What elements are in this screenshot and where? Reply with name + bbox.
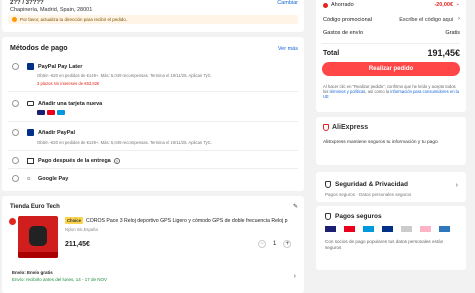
paypal-icon	[27, 129, 34, 136]
klarna-icon	[420, 226, 431, 232]
payment-option-google-pay[interactable]: G Google Pay	[12, 175, 68, 182]
option-installments: 3 plazos sin intereses de €63,82€	[37, 81, 100, 86]
secure-pay-text: Con socios de pago populares tus datos p…	[325, 239, 444, 250]
legal-text-part: , así como la	[365, 89, 391, 95]
payment-title: Métodos de pago	[10, 45, 68, 52]
help-icon[interactable]: ?	[113, 157, 120, 164]
increase-qty-button[interactable]: +	[283, 240, 292, 248]
promo-code-input[interactable]: Escribe el código aqui	[399, 17, 453, 23]
choice-badge: Choice	[65, 217, 83, 224]
chevron-right-icon[interactable]: ›	[456, 182, 458, 189]
chevron-down-icon[interactable]: ⌄	[456, 1, 460, 7]
warning-text: Por favor, actualiza tu dirección para r…	[20, 17, 128, 22]
option-note: Obtén -€20 en pedidos de €149+. Más: 5,0…	[37, 73, 212, 78]
mastercard-icon	[344, 226, 355, 232]
payment-methods-card: Métodos de pago Ver más PayPal Pay Later…	[2, 37, 304, 191]
secure-pay-title: Pagos seguros	[335, 213, 382, 220]
product-variant[interactable]: Nylon Ink,España	[65, 227, 98, 232]
product-checkbox[interactable]	[9, 218, 16, 225]
google-pay-icon	[401, 226, 412, 232]
payment-option-new-card[interactable]: Añadir una tarjeta nueva	[12, 100, 102, 107]
savings-dot-icon	[323, 2, 328, 8]
radio-button[interactable]	[12, 63, 19, 70]
security-sub: Pagos seguros · Datos personales seguros	[325, 192, 412, 197]
quantity-value[interactable]: 1	[273, 241, 276, 247]
watch-icon	[29, 226, 47, 246]
shipping-title: Envío: Envío gratis	[12, 270, 53, 275]
radio-button[interactable]	[12, 129, 19, 136]
option-label: Añadir PayPal	[38, 129, 75, 136]
change-address-link[interactable]: Cambiar	[277, 0, 298, 6]
total-label: Total	[323, 50, 340, 57]
legal-text: Al hacer clic en "Realizar pedido", conf…	[323, 84, 459, 100]
trust-text: AliExpress mantiene seguros tu informaci…	[323, 140, 438, 145]
visa-icon	[325, 226, 336, 232]
paypal-icon	[382, 226, 393, 232]
security-card[interactable]: Seguridad & Privacidad Pagos seguros · D…	[316, 172, 466, 202]
place-order-button[interactable]: Realizar pedido	[322, 62, 460, 76]
address-card: 2?? / 3???? Chapinería, Madrid, Spain, 2…	[2, 0, 304, 32]
paypal-icon	[27, 63, 34, 70]
edit-icon[interactable]: ✎	[293, 203, 298, 210]
card-icon	[27, 101, 34, 106]
product-image[interactable]	[18, 216, 58, 258]
chevron-right-icon[interactable]: ›	[294, 273, 296, 280]
option-label: Google Pay	[38, 175, 69, 182]
order-summary-card: Ahorrado -20,00€ ⌄ Código promocional Es…	[316, 0, 466, 112]
see-more-link[interactable]: Ver más	[278, 46, 298, 52]
maestro-icon	[363, 226, 374, 232]
store-card: Tienda Euro Tech ✎ Choice COROS Pace 3 R…	[2, 196, 304, 293]
visa-icon	[37, 110, 45, 115]
address-warning: Por favor, actualiza tu dirección para r…	[8, 15, 298, 24]
quantity-stepper: − 1 +	[258, 240, 292, 248]
payment-partner-logos	[325, 226, 450, 232]
radio-button[interactable]	[12, 157, 19, 164]
shipping-eta: Envío: recibirlo antes del lunes, 14 - 1…	[12, 277, 108, 282]
decrease-qty-button[interactable]: −	[258, 240, 266, 248]
google-pay-icon: G	[27, 176, 31, 181]
store-name: Tienda Euro Tech	[10, 204, 60, 210]
security-title: Seguridad & Privacidad	[335, 181, 408, 188]
info-icon	[12, 17, 17, 22]
payment-option-paypal-later[interactable]: PayPal Pay Later	[12, 63, 82, 70]
radio-button[interactable]	[12, 100, 19, 107]
payment-option-paypal[interactable]: Añadir PayPal	[12, 129, 75, 136]
mastercard-icon	[47, 110, 55, 115]
brand-name: AliExpress	[332, 124, 369, 131]
address-line1: 2?? / 3????	[10, 0, 44, 6]
shipping-cost-label: Gastos de envío	[323, 30, 364, 36]
option-label: Añadir una tarjeta nueva	[38, 100, 103, 107]
option-label: Pago después de la entrega	[38, 157, 111, 164]
promo-label: Código promocional	[323, 17, 372, 23]
shipping-cost-value: Gratis	[445, 30, 460, 36]
option-note: Obtén -€20 en pedidos de €149+. Más: 5,0…	[37, 140, 212, 145]
radio-button[interactable]	[12, 175, 19, 182]
address-line2: Chapinería, Madrid, Spain, 28001	[10, 7, 93, 13]
chevron-right-icon[interactable]: ›	[458, 16, 460, 22]
total-value: 191,45€	[427, 48, 460, 58]
terms-link[interactable]: términos y políticas	[330, 89, 366, 94]
payment-option-pay-after-delivery[interactable]: Pago después de la entrega ?	[12, 157, 120, 164]
saved-label: Ahorrado	[331, 2, 354, 8]
trust-card: AliExpress AliExpress mantiene seguros t…	[316, 117, 466, 165]
amex-icon	[439, 226, 450, 232]
maestro-icon	[57, 110, 65, 115]
secure-payments-card: Pagos seguros Con socios de pago popular…	[316, 206, 466, 270]
product-title[interactable]: COROS Pace 3 Reloj deportivo GPS Ligero …	[86, 218, 288, 224]
card-brand-logos	[37, 110, 65, 115]
cash-icon	[27, 157, 34, 164]
shield-icon	[325, 213, 331, 220]
product-price: 211,45€	[65, 241, 90, 248]
option-label: PayPal Pay Later	[38, 63, 83, 70]
place-order-label: Realizar pedido	[368, 66, 414, 72]
shield-check-icon	[325, 181, 331, 188]
saved-value[interactable]: -20,00€	[434, 2, 453, 8]
aliexpress-shield-icon	[323, 124, 329, 131]
